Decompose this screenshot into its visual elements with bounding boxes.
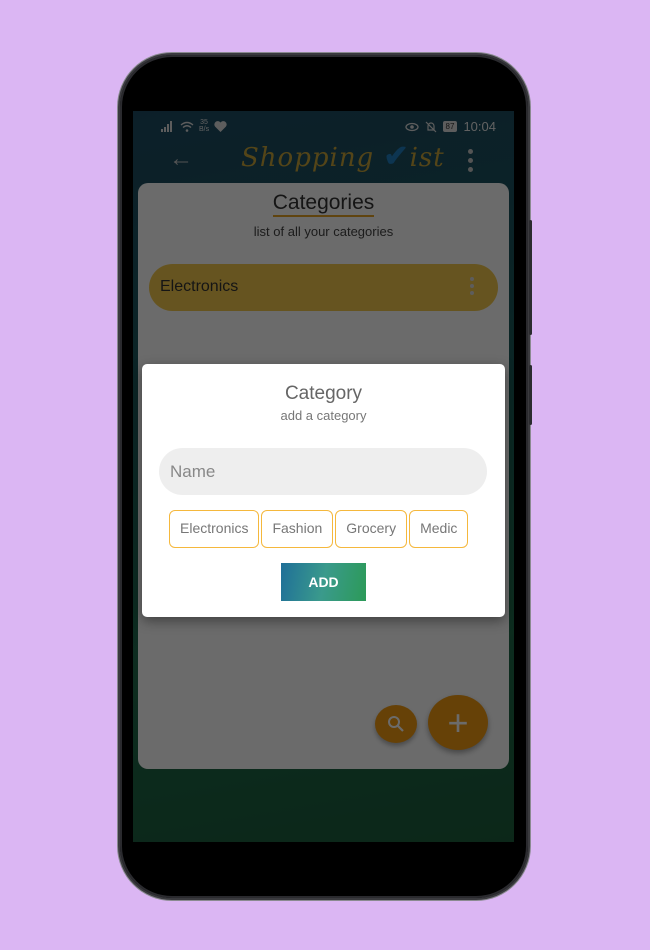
volume-button [529,220,532,335]
dialog-subtitle: add a category [280,408,367,423]
suggestion-chips[interactable]: Electronics Fashion Grocery Medic [169,510,477,550]
add-button[interactable]: ADD [281,563,366,601]
suggestion-chip-fashion[interactable]: Fashion [261,510,334,548]
suggestion-chip-electronics[interactable]: Electronics [169,510,260,548]
category-name-input[interactable] [159,448,487,495]
suggestion-chip-medical[interactable]: Medic [409,510,469,548]
dialog-title: Category [284,383,363,404]
app-screen: 35 B/s 87 10:04 ← Shopping ✔ist Categori… [133,111,514,842]
suggestion-chip-grocery[interactable]: Grocery [335,510,408,548]
power-button [529,365,532,425]
add-category-dialog: Category add a category ElectronicsFashi… [142,364,505,617]
